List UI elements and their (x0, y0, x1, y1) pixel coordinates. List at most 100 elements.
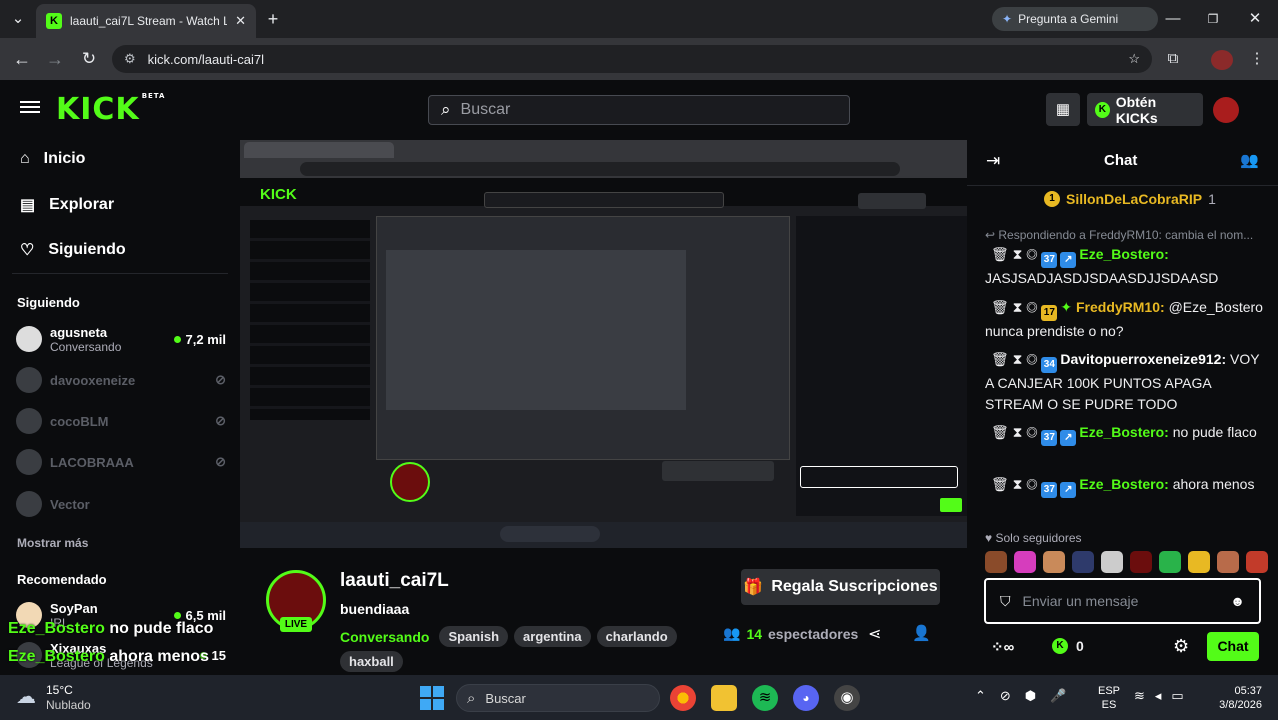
show-more-link[interactable]: Mostrar más (17, 536, 88, 550)
tag-pill[interactable]: haxball (340, 651, 403, 672)
chat-input-placeholder: Enviar un mensaje (1022, 593, 1139, 609)
followed-channel-lacobraaa[interactable]: LACOBRAAA ⊘ (16, 445, 226, 479)
emote-icon[interactable] (1043, 551, 1065, 573)
sidebar-item-inicio[interactable]: ⌂ Inicio (20, 150, 85, 168)
extensions-icon[interactable]: ⧉ (1161, 47, 1185, 71)
kick-logo[interactable]: KICK BETA (56, 92, 165, 127)
collapse-chat-icon[interactable]: ⇥ (986, 151, 1000, 171)
emote-icon[interactable] (1246, 551, 1268, 573)
chat-username[interactable]: Davitopuerroxeneize912 (1060, 351, 1221, 367)
video-player[interactable]: KICK (240, 140, 967, 548)
emote-icon[interactable] (1217, 551, 1239, 573)
library-icon[interactable]: ▦ (1046, 93, 1080, 126)
network-volume-battery-icons[interactable]: ≋◂▭ (1134, 688, 1194, 704)
emote-icon[interactable] (1072, 551, 1094, 573)
emote-icon[interactable] (1101, 551, 1123, 573)
address-bar[interactable]: ⚙ kick.com/laauti-cai7l ☆ (112, 45, 1152, 73)
search-input[interactable]: ⌕ Buscar (428, 95, 850, 125)
obs-icon[interactable]: ◉ (834, 685, 860, 711)
chat-message: 🗑 ⧗ ◎ 34 Davitopuerroxeneize912: VOY A CA… (985, 351, 1260, 412)
chat-username[interactable]: Eze_Bostero (1079, 246, 1164, 262)
close-tab-icon[interactable]: ✕ (235, 13, 246, 29)
video-frame-chat-input (800, 466, 958, 488)
nav-label: Siguiendo (48, 241, 126, 258)
offline-icon: ⊘ (215, 372, 226, 387)
video-frame-search (484, 192, 724, 208)
emote-icon[interactable] (1188, 551, 1210, 573)
offline-icon: ⊘ (215, 413, 226, 428)
get-kicks-button[interactable]: K Obtén KICKs (1087, 93, 1203, 126)
discord-icon[interactable]: ◕ (793, 685, 819, 711)
stream-title: buendiaaa (340, 601, 410, 617)
emoji-icon[interactable]: ☻ (1230, 593, 1245, 609)
beta-badge: BETA (141, 92, 166, 100)
browser-tab[interactable]: K laauti_cai7L Stream - Watch Liv ✕ (36, 4, 256, 38)
points-value: 0 (1076, 638, 1084, 654)
hamburger-menu-icon[interactable] (20, 98, 40, 116)
followed-channel-davooxeneize[interactable]: davooxeneize ⊘ (16, 363, 226, 397)
emote-icon[interactable] (985, 551, 1007, 573)
emote-icon[interactable] (1014, 551, 1036, 573)
sparkle-badge-icon: ✦ (1060, 299, 1076, 315)
chat-send-button[interactable]: Chat (1207, 632, 1259, 661)
close-window-icon[interactable]: ✕ (1243, 7, 1267, 31)
sidebar-item-explorar[interactable]: ▤ Explorar (20, 195, 114, 215)
followed-channel-agusneta[interactable]: agusneta Conversando 7,2 mil (16, 322, 226, 356)
system-tray-icons[interactable]: ⌃⊘⬢🎤 (975, 688, 1080, 704)
mod-icons: 🗑 ⧗ ◎ (991, 299, 1042, 315)
back-icon[interactable]: ← (10, 47, 34, 71)
overlay-text: no pude flaco (109, 620, 214, 637)
user-avatar[interactable] (1213, 97, 1239, 123)
follow-user-icon[interactable]: 👤 (912, 624, 931, 642)
clock[interactable]: 05:37 3/8/2026 (1206, 684, 1262, 712)
sidebar-item-siguiendo[interactable]: ♡ Siguiendo (20, 240, 126, 260)
taskbar-search[interactable]: ⌕ Buscar (456, 684, 660, 712)
maximize-icon[interactable]: ❐ (1201, 7, 1225, 31)
chat-message-input[interactable]: ⛉ Enviar un mensaje ☻ (984, 578, 1261, 624)
file-explorer-icon[interactable] (711, 685, 737, 711)
video-frame-tab (244, 142, 394, 158)
site-info-icon[interactable]: ⚙ (124, 51, 136, 67)
bookmark-star-icon[interactable]: ☆ (1128, 51, 1140, 67)
followed-channel-vector[interactable]: Vector (16, 487, 226, 521)
weather-widget[interactable]: 15°C Nublado (46, 683, 91, 713)
chat-top-gifter[interactable]: 1 SillonDeLaCobraRIP 1 (1044, 191, 1216, 207)
emote-icon[interactable] (1130, 551, 1152, 573)
language-indicator[interactable]: ESP ES (1098, 684, 1120, 712)
tag-pill[interactable]: Spanish (439, 626, 509, 647)
weather-cloud-icon[interactable]: ☁ (16, 684, 36, 709)
gifter-count: 1 (1208, 191, 1216, 207)
windows-start-icon[interactable] (420, 686, 444, 710)
infinity-icon[interactable]: ⁘∞ (991, 638, 1014, 656)
chat-username[interactable]: Eze_Bostero (1079, 424, 1164, 440)
followed-channel-cocoblm[interactable]: cocoBLM ⊘ (16, 404, 226, 438)
channel-points[interactable]: K 0 (1052, 638, 1084, 654)
profile-avatar[interactable] (1211, 50, 1233, 70)
chat-settings-gear-icon[interactable]: ⚙ (1173, 636, 1189, 657)
tab-search-icon[interactable]: ⌄ (6, 7, 30, 31)
nav-label: Explorar (49, 196, 115, 213)
emote-icon[interactable] (1159, 551, 1181, 573)
gifter-badge-icon: ↗ (1060, 430, 1077, 446)
chrome-menu-icon[interactable]: ⋮ (1245, 47, 1269, 71)
forward-icon[interactable]: → (43, 47, 67, 71)
new-tab-icon[interactable]: + (261, 7, 285, 31)
share-icon[interactable]: ⋖ (868, 624, 881, 644)
channel-name[interactable]: laauti_cai7L (340, 570, 449, 592)
gemini-button[interactable]: ✦ Pregunta a Gemini (992, 7, 1158, 31)
video-frame-kicks-button (858, 193, 926, 209)
gift-subs-button[interactable]: 🎁 Regala Suscripciones (741, 569, 940, 605)
chat-users-icon[interactable]: 👥 (1240, 151, 1259, 169)
spotify-icon[interactable]: ≋ (752, 685, 778, 711)
sub-badge: 34 (1041, 357, 1058, 373)
tag-pill[interactable]: argentina (514, 626, 591, 647)
chrome-taskbar-icon[interactable] (670, 685, 696, 711)
chat-username[interactable]: FreddyRM10 (1076, 299, 1160, 315)
reload-icon[interactable]: ↻ (77, 47, 101, 71)
tag-pill[interactable]: charlando (596, 626, 677, 647)
chat-username[interactable]: Eze_Bostero (1079, 476, 1164, 492)
chat-overlay-line: Eze_Bostero ahora menos (8, 648, 209, 666)
minimize-icon[interactable]: — (1161, 7, 1185, 31)
reply-notice: ↩ Respondiendo a FreddyRM10: cambia el n… (985, 228, 1254, 242)
category-link[interactable]: Conversando (340, 629, 429, 645)
